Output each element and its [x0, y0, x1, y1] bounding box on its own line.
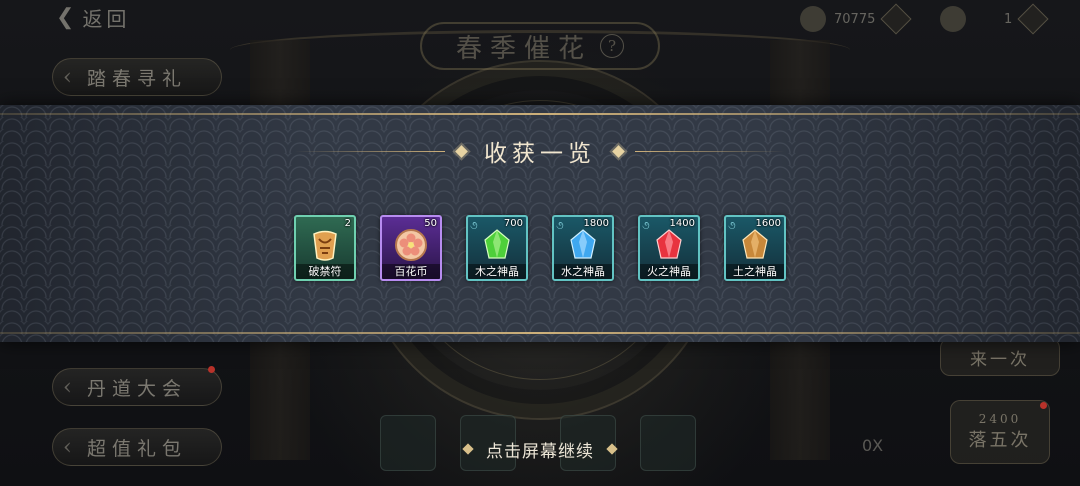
event-title: 春季催花 ?	[420, 22, 660, 70]
flower-coin-icon	[382, 225, 440, 265]
back-button[interactable]: ❮ 返回	[56, 3, 130, 32]
reward-item[interactable]: ૭ 1400 火之神晶	[638, 215, 700, 281]
add-second-currency-button[interactable]	[1017, 3, 1049, 35]
second-currency-value: 1	[1004, 11, 1013, 27]
notification-dot	[1040, 402, 1047, 409]
chevron-left-icon: ‹	[63, 64, 72, 90]
back-label: 返回	[82, 7, 131, 31]
diamond-ornament-icon	[455, 144, 468, 158]
event-title-text: 春季催花	[455, 33, 592, 64]
draw-once-label: 来一次	[970, 349, 1030, 370]
currency-display: 70775	[800, 3, 912, 35]
tap-to-continue[interactable]: 点击屏幕继续	[0, 437, 1080, 462]
help-icon[interactable]: ?	[600, 34, 624, 58]
side-menu-item-alchemy[interactable]: ‹ 丹道大会	[52, 368, 222, 406]
diamond-ornament-icon	[606, 443, 618, 455]
reward-item[interactable]: ૭ 700 木之神晶	[466, 215, 528, 281]
heading-line-right	[635, 150, 785, 152]
reward-item[interactable]: 50 百花币	[380, 215, 442, 281]
earth-crystal-icon	[726, 225, 784, 265]
reward-item[interactable]: ૭ 1600 土之神晶	[724, 215, 786, 281]
heading-text: 收获一览	[484, 141, 596, 167]
wood-crystal-icon	[468, 225, 526, 265]
draw-once-button[interactable]: 来一次	[940, 338, 1060, 376]
item-name: 土之神晶	[726, 264, 784, 279]
reward-items: 2 破禁符 50 百花币 ૭ 700 木之神晶 ૭ 1800 水之神晶 ૭ 14…	[0, 215, 1080, 281]
item-name: 木之神晶	[468, 264, 526, 279]
side-menu-item-spring[interactable]: ‹ 踏春寻礼	[52, 58, 222, 96]
item-name: 破禁符	[296, 264, 354, 279]
diamond-ornament-icon	[462, 443, 474, 455]
side-menu-label: 踏春寻礼	[86, 67, 187, 90]
harvest-overview-panel: 收获一览 2 破禁符 50 百花币 ૭ 700 木之神晶 ૭ 1800 水之神晶…	[0, 105, 1080, 342]
side-menu-label: 丹道大会	[86, 377, 187, 400]
back-arrow-icon: ❮	[56, 5, 75, 30]
reward-item[interactable]: 2 破禁符	[294, 215, 356, 281]
item-name: 火之神晶	[640, 264, 698, 279]
token-icon	[940, 6, 966, 32]
banner-bottom-border	[0, 332, 1080, 334]
draw-five-cost: 2400	[978, 412, 1022, 426]
heading-line-left	[295, 150, 445, 152]
talisman-scroll-icon	[296, 225, 354, 265]
fire-crystal-icon	[640, 225, 698, 265]
add-currency-button[interactable]	[880, 3, 912, 35]
reward-item[interactable]: ૭ 1800 水之神晶	[552, 215, 614, 281]
second-currency-display: 1	[940, 3, 1049, 35]
chevron-left-icon: ‹	[63, 374, 72, 400]
continue-hint-text: 点击屏幕继续	[486, 441, 594, 462]
panel-heading: 收获一览	[0, 131, 1080, 171]
water-crystal-icon	[554, 225, 612, 265]
jade-icon	[800, 6, 826, 32]
banner-top-border	[0, 113, 1080, 115]
diamond-ornament-icon	[612, 144, 625, 158]
item-name: 水之神晶	[554, 264, 612, 279]
notification-dot	[208, 366, 215, 373]
item-name: 百花币	[382, 264, 440, 279]
currency-value: 70775	[834, 11, 876, 27]
